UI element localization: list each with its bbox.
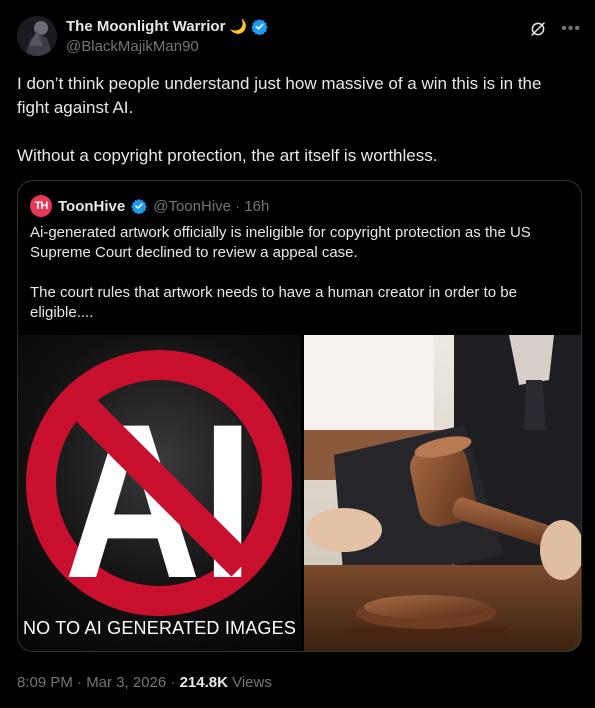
- views-count[interactable]: 214.8K: [180, 674, 228, 691]
- quoted-avatar-text: TH: [34, 200, 49, 212]
- quoted-paragraph: Ai-generated artwork officially is ineli…: [30, 224, 531, 261]
- tweet-timestamp[interactable]: 8:09 PM · Mar 3, 2026 ·: [17, 674, 180, 691]
- verified-badge-icon: [131, 199, 147, 214]
- moon-emoji: 🌙: [229, 18, 247, 34]
- quoted-tweet-header: TH ToonHive @ToonHive · 16h: [30, 195, 269, 217]
- more-icon[interactable]: •••: [561, 21, 581, 37]
- judge-gavel-image[interactable]: [304, 335, 581, 651]
- tweet-text: I don’t think people understand just how…: [17, 72, 577, 192]
- quoted-media: AI NO TO AI GENERATED IMAGES: [18, 335, 581, 651]
- quoted-author-handle[interactable]: @ToonHive · 16h: [153, 198, 269, 215]
- quoted-paragraph: The court rules that artwork needs to ha…: [30, 284, 517, 321]
- tweet-post: The Moonlight Warrior 🌙 @BlackMajikMan90…: [0, 0, 595, 708]
- author-name-row[interactable]: The Moonlight Warrior 🌙: [66, 18, 268, 35]
- author-handle[interactable]: @BlackMajikMan90: [66, 38, 199, 55]
- no-ai-caption: NO TO AI GENERATED IMAGES: [22, 618, 297, 638]
- header-actions: •••: [529, 20, 581, 38]
- no-ai-image[interactable]: AI NO TO AI GENERATED IMAGES: [18, 335, 301, 651]
- tweet-meta: 8:09 PM · Mar 3, 2026 · 214.8K Views: [17, 674, 272, 691]
- quoted-tweet-text: Ai-generated artwork officially is ineli…: [30, 223, 570, 343]
- views-label: Views: [227, 674, 272, 691]
- quoted-author-name[interactable]: ToonHive: [58, 198, 125, 215]
- quoted-author-avatar[interactable]: TH: [30, 195, 52, 217]
- verified-badge-icon: [251, 19, 268, 35]
- quoted-tweet[interactable]: TH ToonHive @ToonHive · 16h Ai-generated…: [17, 180, 582, 652]
- tweet-paragraph: I don’t think people understand just how…: [17, 74, 542, 117]
- tweet-paragraph: Without a copyright protection, the art …: [17, 146, 438, 165]
- author-display-name[interactable]: The Moonlight Warrior: [66, 18, 225, 35]
- author-avatar[interactable]: [17, 16, 57, 56]
- grok-icon[interactable]: [529, 20, 547, 38]
